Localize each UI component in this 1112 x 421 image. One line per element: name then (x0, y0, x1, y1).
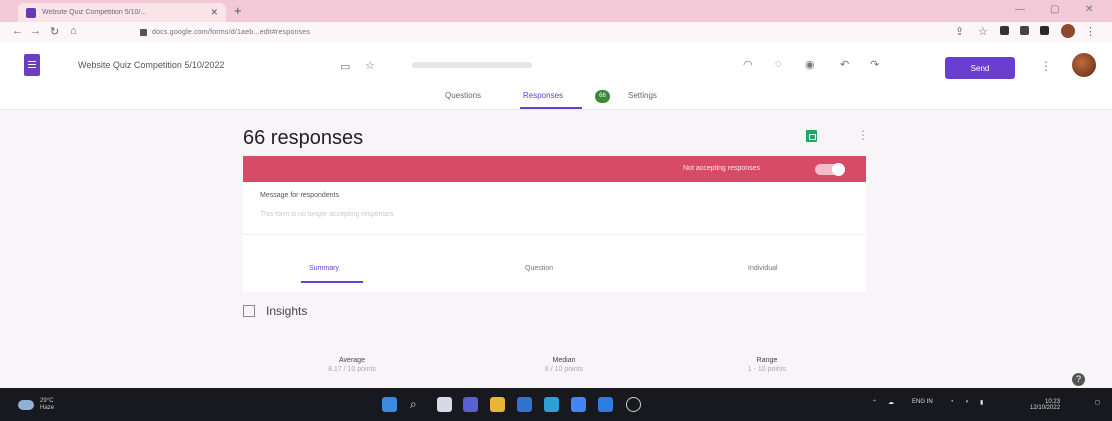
addons-icon[interactable]: ◠ (743, 58, 753, 71)
home-icon[interactable]: ⌂ (70, 25, 77, 37)
browser-tab[interactable]: Website Quiz Competition 5/10/... ✕ (18, 3, 226, 22)
more-options-icon[interactable]: ⋮ (1040, 59, 1052, 73)
stat-range: Range 1 - 10 points (707, 357, 827, 373)
tab-settings[interactable]: Settings (628, 91, 657, 100)
tab-summary[interactable]: Summary (309, 265, 339, 272)
undo-icon[interactable]: ↶ (840, 58, 849, 71)
tab-questions[interactable]: Questions (445, 91, 481, 100)
browser-profile-icon[interactable] (1061, 24, 1075, 38)
url-text: docs.google.com/forms/d/1aeb...edit#resp… (152, 28, 311, 36)
date: 12/10/2022 (1030, 405, 1061, 411)
message-label: Message for respondents (260, 192, 339, 199)
message-card: Message for respondents (243, 182, 866, 234)
url-field[interactable]: docs.google.com/forms/d/1aeb...edit#resp… (140, 26, 310, 38)
file-explorer-icon[interactable] (490, 397, 505, 412)
summary-tabs: Summary Question Individual (243, 234, 866, 292)
folder-icon[interactable]: ▭ (340, 60, 350, 73)
weather-text: 29°C Haze (40, 398, 54, 412)
stat-median: Median 8 / 10 points (504, 357, 624, 373)
back-icon[interactable]: ← (12, 25, 23, 37)
edge-icon[interactable] (544, 397, 559, 412)
stat-label: Average (339, 357, 365, 364)
settings-icon[interactable] (626, 397, 641, 412)
weather-temp: 29°C (40, 398, 54, 404)
weather-icon (18, 400, 34, 410)
wifi-icon[interactable]: ◔ (950, 399, 954, 405)
toggle-knob (832, 163, 845, 176)
chrome-icon[interactable] (598, 397, 613, 412)
notifications-icon[interactable]: ◻ (1095, 399, 1100, 406)
extensions-puzzle-icon[interactable] (1020, 26, 1029, 35)
taskbar: 29°C Haze ⌕ ⌃ ☁ ENG IN ◔ ◖ ▮ 10:23 12/10… (0, 388, 1112, 421)
tab-individual[interactable]: Individual (748, 265, 778, 272)
browser-tab-title: Website Quiz Competition 5/10/... (42, 9, 147, 16)
new-tab-button[interactable]: + (234, 3, 242, 19)
address-bar-row: ← → ↻ ⌂ docs.google.com/forms/d/1aeb...e… (0, 22, 1112, 42)
responses-count-badge: 66 (595, 90, 610, 103)
browser-tab-strip: Website Quiz Competition 5/10/... ✕ + — … (0, 0, 1112, 22)
search-icon[interactable]: ⌕ (410, 397, 425, 412)
document-title[interactable]: Website Quiz Competition 5/10/2022 (78, 60, 224, 70)
preview-eye-icon[interactable]: ◉ (805, 58, 815, 71)
lock-icon (140, 28, 147, 36)
avatar[interactable] (1072, 53, 1096, 77)
screen: Website Quiz Competition 5/10/... ✕ + — … (0, 0, 1112, 421)
accepting-responses-toggle[interactable] (815, 163, 845, 176)
google-sheets-icon[interactable] (806, 130, 817, 142)
volume-icon[interactable]: ◖ (965, 399, 969, 405)
weather-widget[interactable]: 29°C Haze (18, 398, 54, 412)
cloud-icon[interactable]: ☁ (888, 399, 894, 406)
reload-icon[interactable]: ↻ (50, 25, 59, 38)
share-icon[interactable]: ⇪ (955, 25, 964, 38)
task-view-icon[interactable] (437, 397, 452, 412)
star-icon[interactable]: ☆ (365, 59, 375, 72)
chat-icon[interactable] (463, 397, 478, 412)
store-icon[interactable] (571, 397, 586, 412)
responses-more-icon[interactable]: ⋮ (857, 128, 869, 142)
bookmark-icon[interactable]: ☆ (978, 25, 988, 38)
summary-tab-indicator (301, 281, 363, 283)
forms-header: Website Quiz Competition 5/10/2022 ▭ ☆ ◠… (0, 42, 1112, 92)
language-indicator[interactable]: ENG IN (912, 399, 933, 405)
active-tab-indicator (520, 107, 582, 109)
saved-status (412, 62, 532, 68)
forms-favicon-icon (26, 7, 36, 18)
sidebar-icon[interactable] (1040, 26, 1049, 35)
minimize-icon[interactable]: — (1015, 4, 1025, 15)
browser-menu-icon[interactable]: ⋮ (1085, 25, 1096, 38)
insights-title: Insights (266, 304, 308, 318)
accepting-status-text: Not accepting responses (683, 165, 761, 172)
stat-value: 1 - 10 points (747, 366, 787, 373)
mail-icon[interactable] (517, 397, 532, 412)
extension-icon[interactable] (1000, 26, 1009, 35)
stat-value: 8 / 10 points (544, 366, 584, 373)
responses-page: 66 responses ⋮ Not accepting responses M… (0, 110, 1112, 388)
tab-question[interactable]: Question (525, 265, 553, 272)
tab-responses[interactable]: Responses (523, 91, 563, 100)
tray-chevron-icon[interactable]: ⌃ (872, 399, 877, 406)
stat-value: 8.17 / 10 points (328, 366, 376, 373)
clock[interactable]: 10:23 12/10/2022 (1030, 399, 1060, 411)
battery-icon[interactable]: ▮ (980, 399, 983, 406)
send-button[interactable]: Send (945, 57, 1015, 79)
form-tabs: Questions Responses 66 Settings (0, 88, 1112, 110)
google-forms-logo-icon[interactable] (24, 54, 40, 76)
not-accepting-banner: Not accepting responses (243, 156, 866, 182)
window-close-icon[interactable]: ✕ (1085, 4, 1093, 15)
help-icon[interactable]: ? (1072, 373, 1085, 386)
stat-average: Average 8.17 / 10 points (292, 357, 412, 373)
redo-icon[interactable]: ↷ (870, 58, 879, 71)
forward-icon[interactable]: → (30, 25, 41, 37)
palette-icon[interactable]: ◌ (775, 58, 782, 70)
stat-label: Range (756, 357, 778, 364)
weather-desc: Haze (40, 405, 55, 411)
start-icon[interactable] (382, 397, 397, 412)
message-input[interactable] (260, 208, 510, 220)
stat-label: Median (552, 357, 576, 364)
insights-icon (243, 305, 255, 317)
maximize-icon[interactable]: ▢ (1050, 4, 1059, 15)
responses-count-title: 66 responses (243, 127, 364, 149)
tab-close-icon[interactable]: ✕ (210, 7, 218, 18)
